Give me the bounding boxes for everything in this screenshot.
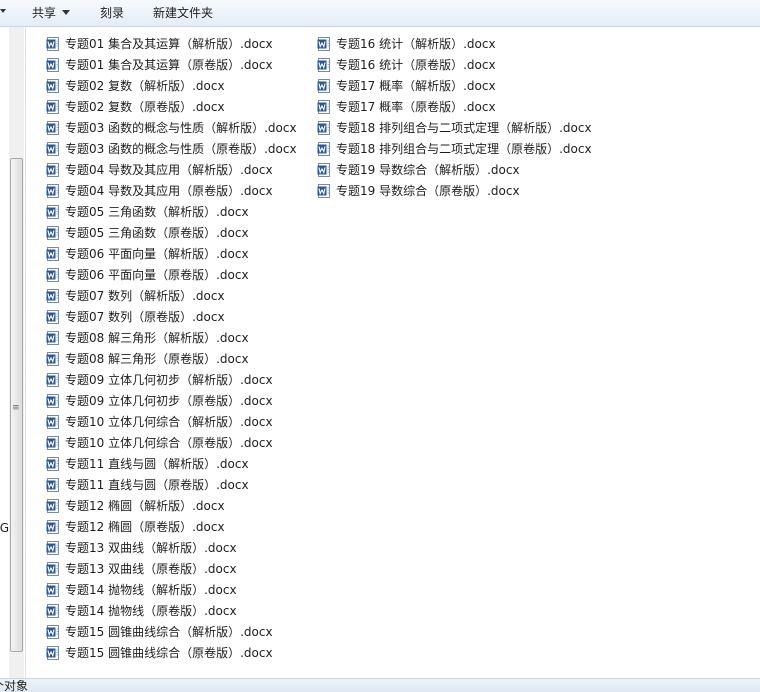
file-name: 专题03 函数的概念与性质（解析版）.docx [65,121,297,135]
word-document-icon [317,121,331,135]
word-document-icon [317,184,331,198]
share-button[interactable]: 共享 [32,5,71,21]
word-document-icon [46,310,60,324]
file-name: 专题07 数列（解析版）.docx [65,289,225,303]
word-document-icon [46,184,60,198]
file-name: 专题09 立体几何初步（原卷版）.docx [65,394,273,408]
file-name: 专题12 椭圆（解析版）.docx [65,499,225,513]
file-name: 专题18 排列组合与二项式定理（解析版）.docx [336,121,592,135]
file-name: 专题16 统计（解析版）.docx [336,37,496,51]
file-name: 专题16 统计（原卷版）.docx [336,58,496,72]
status-bar: 个对象 [0,678,760,692]
status-item-count: 个对象 [0,680,28,692]
file-name: 专题19 导数综合（解析版）.docx [336,163,520,177]
file-name: 专题13 双曲线（原卷版）.docx [65,562,237,576]
word-document-icon [46,373,60,387]
file-name: 专题17 概率（原卷版）.docx [336,100,496,114]
word-document-icon [317,79,331,93]
word-document-icon [46,142,60,156]
file-name: 专题05 三角函数（解析版）.docx [65,205,249,219]
word-document-icon [317,142,331,156]
word-document-icon [46,541,60,555]
file-name: 专题14 抛物线（解析版）.docx [65,583,237,597]
organize-caret-icon[interactable] [0,9,6,13]
word-document-icon [46,268,60,282]
word-document-icon [46,478,60,492]
file-name: 专题19 导数综合（原卷版）.docx [336,184,520,198]
word-document-icon [46,289,60,303]
word-document-icon [46,163,60,177]
file-name: 专题15 圆锥曲线综合（解析版）.docx [65,625,273,639]
file-name: 专题06 平面向量（解析版）.docx [65,247,249,261]
file-name: 专题04 导数及其应用（原卷版）.docx [65,184,273,198]
word-document-icon [317,58,331,72]
word-document-icon [46,457,60,471]
file-list[interactable]: 专题01 集合及其运算（解析版）.docx 专题01 集合及其运算（原卷版）.do… [26,27,760,678]
word-document-icon [46,352,60,366]
word-document-icon [46,625,60,639]
file-name: 专题17 概率（解析版）.docx [336,79,496,93]
chevron-down-icon [62,10,71,15]
word-document-icon [46,205,60,219]
file-name: 专题10 立体几何综合（解析版）.docx [65,415,273,429]
word-document-icon [46,415,60,429]
word-document-icon [46,583,60,597]
file-name: 专题12 椭圆（原卷版）.docx [65,520,225,534]
file-name: 专题07 数列（原卷版）.docx [65,310,225,324]
word-document-icon [46,100,60,114]
burn-button[interactable]: 刻录 [100,5,124,21]
file-name: 专题01 集合及其运算（原卷版）.docx [65,58,273,72]
scroll-grip-icon: ≡ [12,403,20,413]
new-folder-button[interactable]: 新建文件夹 [153,5,213,21]
nav-item-clipped[interactable]: MPEG [0,521,9,535]
file-name: 专题05 三角函数（原卷版）.docx [65,226,249,240]
file-name: 专题11 直线与圆（解析版）.docx [65,457,249,471]
file-name: 专题10 立体几何综合（原卷版）.docx [65,436,273,450]
word-document-icon [46,58,60,72]
file-name: 专题04 导数及其应用（解析版）.docx [65,163,273,177]
file-name: 专题08 解三角形（原卷版）.docx [65,352,249,366]
file-name: 专题06 平面向量（原卷版）.docx [65,268,249,282]
word-document-icon [46,646,60,660]
word-document-icon [46,562,60,576]
word-document-icon [46,226,60,240]
word-document-icon [46,37,60,51]
file-name: 专题09 立体几何初步（解析版）.docx [65,373,273,387]
command-bar: 共享 刻录 新建文件夹 [0,0,760,27]
word-document-icon [46,436,60,450]
file-name: 专题01 集合及其运算（解析版）.docx [65,37,273,51]
file-name: 专题02 复数（原卷版）.docx [65,100,225,114]
word-document-icon [317,100,331,114]
file-name: 专题03 函数的概念与性质（原卷版）.docx [65,142,297,156]
share-label: 共享 [32,6,57,20]
word-document-icon [46,604,60,618]
word-document-icon [46,79,60,93]
file-name: 专题02 复数（解析版）.docx [65,79,225,93]
word-document-icon [317,163,331,177]
word-document-icon [46,520,60,534]
word-document-icon [46,499,60,513]
file-name: 专题13 双曲线（解析版）.docx [65,541,237,555]
file-name: 专题14 抛物线（原卷版）.docx [65,604,237,618]
file-name: 专题15 圆锥曲线综合（原卷版）.docx [65,646,273,660]
word-document-icon [46,247,60,261]
word-document-icon [317,37,331,51]
word-document-icon [46,331,60,345]
file-name: 专题18 排列组合与二项式定理（原卷版）.docx [336,142,592,156]
file-name: 专题11 直线与圆（原卷版）.docx [65,478,249,492]
file-name: 专题08 解三角形（解析版）.docx [65,331,249,345]
word-document-icon [46,394,60,408]
word-document-icon [46,121,60,135]
